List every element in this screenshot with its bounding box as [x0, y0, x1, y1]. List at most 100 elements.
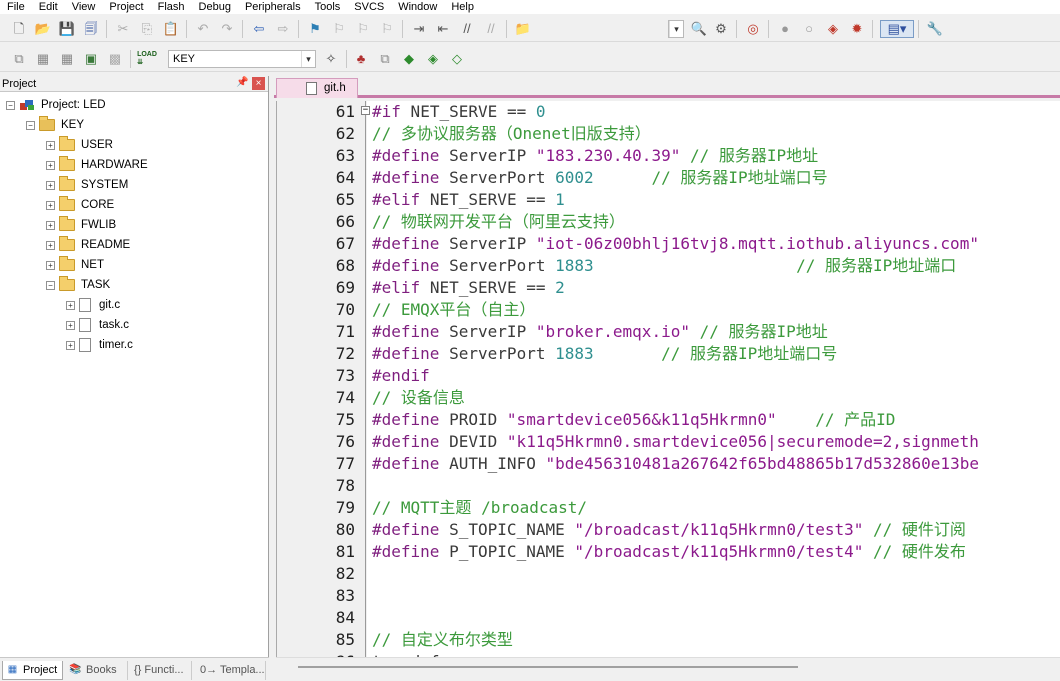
tab-git-h[interactable]: git.h — [276, 78, 358, 98]
tree-group-core[interactable]: + CORE — [46, 196, 114, 214]
comment-icon[interactable]: // — [458, 20, 476, 38]
code-line[interactable]: 85 // 自定义布尔类型 — [277, 629, 1060, 651]
find-combo[interactable]: ▾ — [668, 20, 684, 38]
menu-flash[interactable]: Flash — [151, 1, 192, 14]
tree-project-root[interactable]: − Project: LED — [6, 96, 106, 114]
cut-icon[interactable]: ✂ — [114, 20, 132, 38]
tree-group-user[interactable]: + USER — [46, 136, 113, 154]
paste-icon[interactable]: 📋 — [162, 20, 180, 38]
code-line[interactable]: 66 // 物联网开发平台（阿里云支持） — [277, 211, 1060, 233]
fold-collapse-icon[interactable]: − — [361, 106, 370, 115]
expand-icon[interactable]: + — [46, 240, 55, 250]
code-line[interactable]: 77 #define AUTH_INFO "bde456310481a267642… — [277, 453, 1060, 475]
code-line[interactable]: 79 // MQTT主题 /broadcast/ — [277, 497, 1060, 519]
code-line[interactable]: 71 #define ServerIP "broker.emqx.io" // 服… — [277, 321, 1060, 343]
tab-templates[interactable]: 0→ Templa... — [196, 661, 266, 680]
code-line[interactable]: 68 #define ServerPort 1883 // 服务器IP地址端口 — [277, 255, 1060, 277]
window-layout-icon[interactable]: ▤▾ — [880, 20, 914, 38]
save-icon[interactable]: 💾 — [58, 20, 76, 38]
code-line[interactable]: 84 — [277, 607, 1060, 629]
bookmark-insert-icon[interactable]: ⚑ — [306, 20, 324, 38]
tree-file-timer-c[interactable]: + timer.c — [66, 336, 133, 354]
pin-icon[interactable]: 📌 — [236, 77, 248, 88]
code-line[interactable]: 64 #define ServerPort 6002 // 服务器IP地址端口号 — [277, 167, 1060, 189]
menu-peripherals[interactable]: Peripherals — [238, 1, 308, 14]
redo-icon[interactable]: ↷ — [218, 20, 236, 38]
manage-components-icon[interactable]: ⧉ — [376, 50, 394, 68]
menu-tools[interactable]: Tools — [308, 1, 348, 14]
menu-debug[interactable]: Debug — [192, 1, 238, 14]
new-file-icon[interactable]: 🗋 — [10, 20, 28, 38]
nav-back-icon[interactable]: ⇦ — [250, 20, 268, 38]
tree-group-system[interactable]: + SYSTEM — [46, 176, 128, 194]
expand-icon[interactable]: + — [46, 180, 55, 190]
tab-functions[interactable]: {} Functi... — [130, 661, 192, 680]
tab-books[interactable]: 📚 Books — [66, 661, 128, 680]
breakpoint-enable-icon[interactable]: ○ — [800, 20, 818, 38]
code-line[interactable]: 73 #endif — [277, 365, 1060, 387]
scrollbar-thumb[interactable] — [298, 666, 798, 668]
find-icon[interactable]: 🔍 — [690, 20, 708, 38]
target-select[interactable]: KEY ▾ — [168, 50, 316, 68]
collapse-icon[interactable]: − — [6, 100, 15, 110]
rebuild-icon[interactable]: ▦ — [58, 50, 76, 68]
code-line[interactable]: 75 #define PROID "smartdevice056&k11q5Hkr… — [277, 409, 1060, 431]
code-line[interactable]: 83 — [277, 585, 1060, 607]
code-line[interactable]: 74 // 设备信息 — [277, 387, 1060, 409]
horizontal-scrollbar[interactable] — [276, 657, 1060, 681]
expand-icon[interactable]: + — [46, 260, 55, 270]
code-line[interactable]: 82 — [277, 563, 1060, 585]
code-line[interactable]: 61 #if NET_SERVE == 0− — [277, 101, 1060, 123]
tree-target[interactable]: − KEY — [26, 116, 84, 134]
bookmark-clear-icon[interactable]: ⚐ — [378, 20, 396, 38]
expand-icon[interactable]: + — [66, 340, 75, 350]
code-line[interactable]: 62 // 多协议服务器（Onenet旧版支持） — [277, 123, 1060, 145]
breakpoint-kill-all-icon[interactable]: ✹ — [848, 20, 866, 38]
save-all-icon[interactable]: 🗐 — [82, 20, 100, 38]
select-software-packs-icon[interactable]: ◈ — [424, 50, 442, 68]
tree-group-hardware[interactable]: + HARDWARE — [46, 156, 148, 174]
menu-file[interactable]: File — [0, 1, 32, 14]
menu-svcs[interactable]: SVCS — [347, 1, 391, 14]
indent-icon[interactable]: ⇥ — [410, 20, 428, 38]
code-line[interactable]: 76 #define DEVID "k11q5Hkrmn0.smartdevice… — [277, 431, 1060, 453]
incremental-find-icon[interactable]: ⚙ — [712, 20, 730, 38]
find-in-files-icon[interactable]: 📁 — [514, 20, 532, 38]
collapse-icon[interactable]: − — [46, 280, 55, 290]
code-line[interactable]: 78 — [277, 475, 1060, 497]
menu-window[interactable]: Window — [391, 1, 444, 14]
menu-view[interactable]: View — [65, 1, 103, 14]
target-options-icon[interactable]: ✧ — [322, 50, 340, 68]
code-line[interactable]: 70 // EMQX平台（自主） — [277, 299, 1060, 321]
debug-session-icon[interactable]: ◎ — [744, 20, 762, 38]
run-time-environment-icon[interactable]: ◆ — [400, 50, 418, 68]
code-line[interactable]: 81 #define P_TOPIC_NAME "/broadcast/k11q5… — [277, 541, 1060, 563]
copy-icon[interactable]: ⎘ — [138, 20, 156, 38]
code-line[interactable]: 63 #define ServerIP "183.230.40.39" // 服务… — [277, 145, 1060, 167]
breakpoint-disable-all-icon[interactable]: ◈ — [824, 20, 842, 38]
menu-edit[interactable]: Edit — [32, 1, 65, 14]
open-file-icon[interactable]: 📂 — [34, 20, 52, 38]
expand-icon[interactable]: + — [46, 140, 55, 150]
expand-icon[interactable]: + — [46, 200, 55, 210]
code-line[interactable]: 65 #elif NET_SERVE == 1 — [277, 189, 1060, 211]
code-line[interactable]: 67 #define ServerIP "iot-06z00bhlj16tvj8.… — [277, 233, 1060, 255]
tree-file-git-c[interactable]: + git.c — [66, 296, 120, 314]
code-line[interactable]: 72 #define ServerPort 1883 // 服务器IP地址端口号 — [277, 343, 1060, 365]
unindent-icon[interactable]: ⇤ — [434, 20, 452, 38]
stop-build-icon[interactable]: ▩ — [106, 50, 124, 68]
tree-group-readme[interactable]: + README — [46, 236, 130, 254]
menu-help[interactable]: Help — [444, 1, 481, 14]
bookmark-next-icon[interactable]: ⚐ — [354, 20, 372, 38]
pack-installer-icon[interactable]: ◇ — [448, 50, 466, 68]
uncomment-icon[interactable]: // — [482, 20, 500, 38]
close-icon[interactable]: × — [252, 77, 265, 90]
breakpoint-insert-icon[interactable]: ● — [776, 20, 794, 38]
load-download-icon[interactable]: LOAD ⇊ — [137, 50, 157, 68]
nav-forward-icon[interactable]: ⇨ — [274, 20, 292, 38]
code-line[interactable]: 80 #define S_TOPIC_NAME "/broadcast/k11q5… — [277, 519, 1060, 541]
batch-build-icon[interactable]: ▣ — [82, 50, 100, 68]
tree-group-fwlib[interactable]: + FWLIB — [46, 216, 116, 234]
tab-project[interactable]: ▦ Project — [2, 661, 63, 680]
tree-group-task[interactable]: − TASK — [46, 276, 110, 294]
